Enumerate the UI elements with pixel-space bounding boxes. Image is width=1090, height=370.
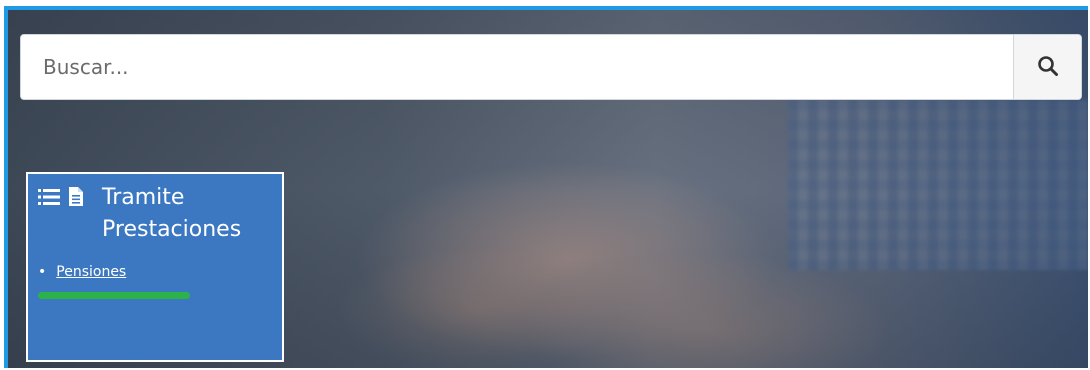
card-icons [38, 182, 84, 211]
card-header: Tramite Prestaciones [38, 182, 272, 246]
banner-background: Tramite Prestaciones • Pensiones [4, 6, 1088, 368]
tramite-card: Tramite Prestaciones • Pensiones [26, 172, 284, 362]
pensiones-link[interactable]: Pensiones [56, 264, 126, 280]
search-input[interactable] [21, 35, 1013, 99]
document-icon [68, 186, 84, 211]
card-links: • Pensiones [38, 264, 272, 280]
background-pattern [788, 100, 1088, 270]
highlight-underline [38, 292, 190, 299]
bullet-icon: • [38, 264, 47, 280]
search-icon [1037, 55, 1059, 80]
card-title: Tramite Prestaciones [102, 182, 241, 246]
search-bar [20, 34, 1082, 100]
list-item: • Pensiones [38, 264, 272, 280]
card-title-line2: Prestaciones [102, 217, 242, 242]
search-button[interactable] [1013, 35, 1081, 99]
card-title-line1: Tramite [102, 185, 185, 210]
list-icon [38, 187, 60, 211]
